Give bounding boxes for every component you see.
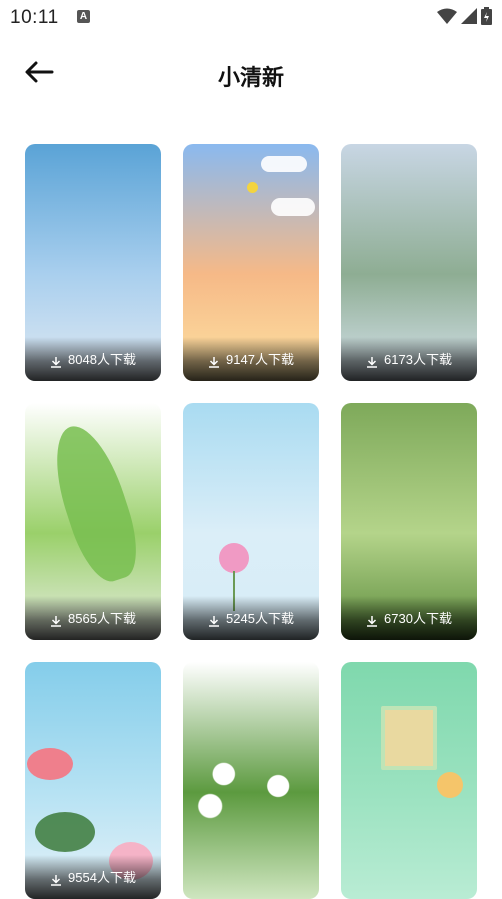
download-count-label: 8048人下载 [68,352,136,367]
wallpaper-card[interactable]: 6173人下载 [341,144,477,381]
signal-icon [461,8,477,24]
wallpaper-card[interactable]: 9147人下载 [183,144,319,381]
wallpaper-card[interactable] [183,662,319,899]
download-count: 8048人下载 [25,337,161,381]
cloud-decoration [271,198,315,216]
status-time: 10:11 [10,7,59,28]
wallpaper-card[interactable] [341,662,477,899]
download-count: 6173人下载 [341,337,477,381]
download-icon [51,616,62,627]
wallpaper-card[interactable]: 9554人下载 [25,662,161,899]
wifi-icon [437,8,457,24]
header: 小清新 [0,40,502,106]
status-bar: 10:11 A [0,0,502,34]
download-icon [51,357,62,368]
download-count-label: 9554人下载 [68,870,136,885]
system-icons [437,7,492,25]
download-count-label: 9147人下载 [226,352,294,367]
download-icon [367,357,378,368]
flower-decoration [27,748,73,780]
download-icon [209,357,220,368]
battery-icon [481,7,492,25]
leaves-decoration [35,812,95,852]
download-count-label: 6730人下载 [384,611,452,626]
download-count: 6730人下载 [341,596,477,640]
wallpaper-card[interactable]: 8048人下载 [25,144,161,381]
download-count: 5245人下载 [183,596,319,640]
wallpaper-card[interactable]: 5245人下载 [183,403,319,640]
download-count: 8565人下载 [25,596,161,640]
download-count-label: 5245人下载 [226,611,294,626]
notification-icon: A [77,10,90,23]
download-icon [367,616,378,627]
download-count: 9147人下载 [183,337,319,381]
download-count-label: 8565人下载 [68,611,136,626]
fruit-decoration [437,772,463,798]
flower-decoration [219,543,249,573]
sun-decoration [247,182,258,193]
download-icon [51,875,62,886]
download-count: 9554人下载 [25,855,161,899]
wallpaper-card[interactable]: 8565人下载 [25,403,161,640]
wallpaper-card[interactable]: 6730人下载 [341,403,477,640]
cloud-decoration [261,156,307,172]
daisy-field-decoration [183,742,319,822]
page-title: 小清新 [217,65,284,90]
download-count-label: 6173人下载 [384,352,452,367]
download-icon [209,616,220,627]
window-frame-decoration [381,706,437,770]
